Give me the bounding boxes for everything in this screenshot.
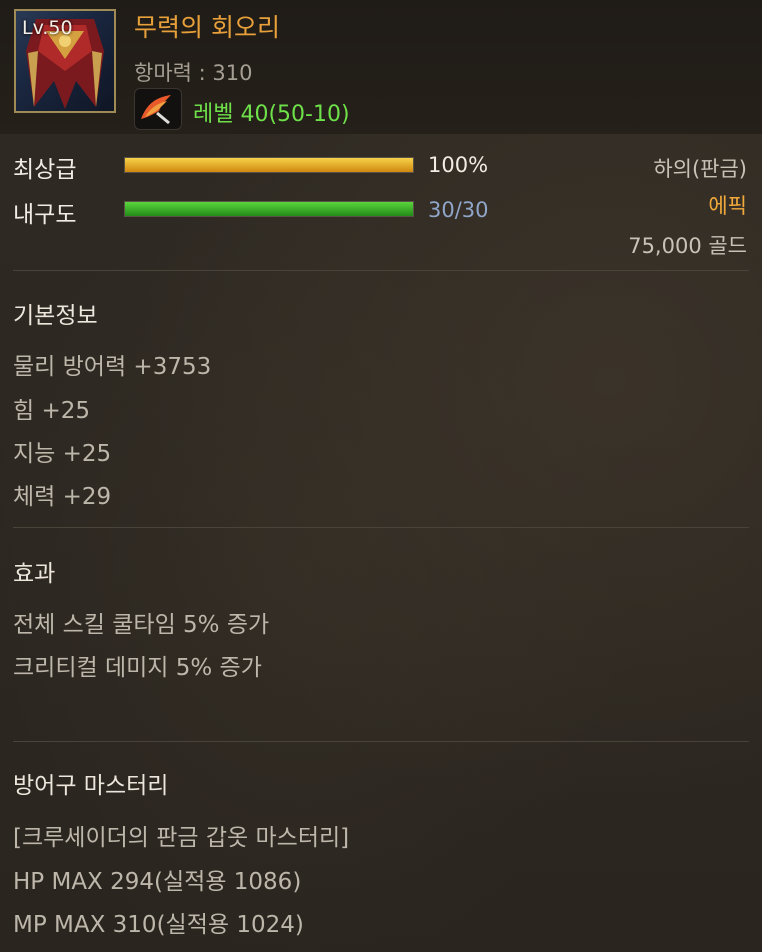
basic-info-line: 지능 +25 bbox=[13, 441, 112, 467]
grade-bar bbox=[124, 157, 414, 173]
divider bbox=[13, 527, 749, 528]
effects-title: 효과 bbox=[13, 561, 56, 587]
mastery-line: MP MAX 310(실적용 1024) bbox=[13, 912, 304, 938]
basic-info-line: 물리 방어력 +3753 bbox=[13, 354, 212, 380]
item-tooltip-panel: Lv.50 무력의 회오리 항마력 : 310 레벨 40(50-10) 최상급… bbox=[0, 0, 762, 952]
durability-label: 내구도 bbox=[13, 202, 77, 228]
durability-bar bbox=[124, 201, 414, 217]
basic-info-title: 기본정보 bbox=[13, 303, 98, 329]
item-level-badge: Lv.50 bbox=[22, 17, 73, 39]
grade-value: 100% bbox=[428, 153, 489, 177]
grade-bar-fill bbox=[125, 158, 413, 172]
divider bbox=[13, 270, 749, 271]
mastery-line: HP MAX 294(실적용 1086) bbox=[13, 869, 302, 895]
mastery-title: 방어구 마스터리 bbox=[13, 773, 169, 799]
rarity-text: 에픽 bbox=[708, 194, 747, 218]
effect-line: 크리티컬 데미지 5% 증가 bbox=[13, 655, 262, 681]
price-text: 75,000 골드 bbox=[628, 234, 747, 258]
armor-cape-icon: Lv.50 bbox=[14, 9, 116, 113]
effect-line: 전체 스킬 쿨타임 5% 증가 bbox=[13, 612, 270, 638]
magic-resist-text: 항마력 : 310 bbox=[134, 61, 253, 85]
durability-value: 30/30 bbox=[428, 198, 489, 222]
grade-label: 최상급 bbox=[13, 157, 77, 183]
basic-info-line: 힘 +25 bbox=[13, 398, 91, 424]
divider bbox=[13, 741, 749, 742]
item-name: 무력의 회오리 bbox=[134, 13, 280, 42]
wing-quill-icon bbox=[134, 88, 182, 130]
level-requirement: 레벨 40(50-10) bbox=[193, 102, 350, 127]
mastery-line: [크루세이더의 판금 갑옷 마스터리] bbox=[13, 825, 350, 851]
basic-info-line: 체력 +29 bbox=[13, 484, 112, 510]
durability-bar-fill bbox=[125, 202, 413, 216]
tooltip-header: Lv.50 무력의 회오리 항마력 : 310 레벨 40(50-10) bbox=[0, 0, 762, 134]
slot-type: 하의(판금) bbox=[653, 157, 747, 181]
